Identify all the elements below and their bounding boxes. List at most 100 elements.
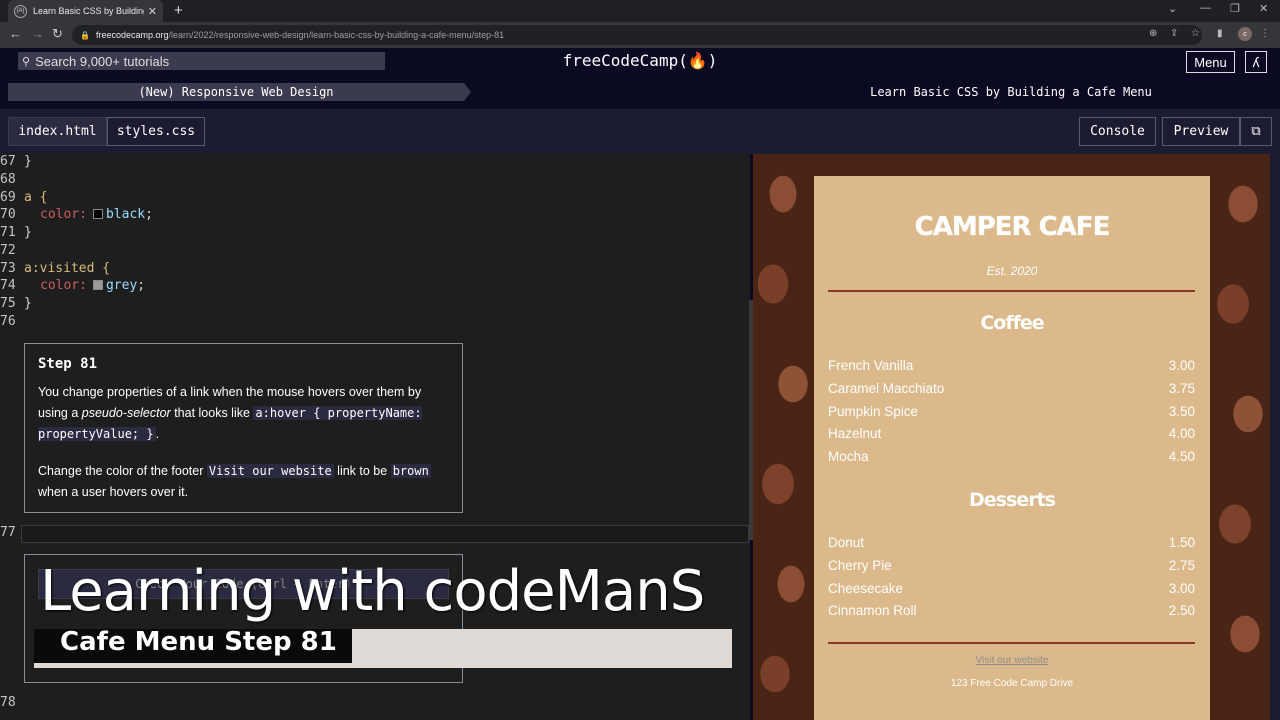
line-number: 76 xyxy=(0,314,16,329)
coffee-heading: Coffee xyxy=(980,312,1044,334)
step-paragraph-2: Change the color of the footer Visit our… xyxy=(38,461,449,503)
step-description: Step 81 You change properties of a link … xyxy=(24,343,463,513)
breadcrumb: (New) Responsive Web Design Learn Basic … xyxy=(0,76,1280,109)
overlay-title: Learning with codeManS xyxy=(40,559,705,624)
browser-tab[interactable]: (A) Learn Basic CSS by Building a Cafe M… xyxy=(8,0,163,22)
preview-button[interactable]: Preview xyxy=(1162,117,1240,146)
color-swatch-grey xyxy=(92,280,103,290)
fcc-navbar: ⚲ Search 9,000+ tutorials freeCodeCamp(🔥… xyxy=(0,48,1280,76)
color-swatch-black xyxy=(92,209,103,219)
share-icon[interactable]: ⇪ xyxy=(1170,28,1178,39)
back-icon[interactable]: ← xyxy=(9,26,22,41)
line-number: 72 xyxy=(0,243,16,258)
code-line: 75 } xyxy=(0,296,750,314)
item-price: 3.50 xyxy=(1168,404,1195,419)
item-price: 4.00 xyxy=(1168,426,1195,441)
menu-item: French Vanilla 3.00 xyxy=(828,358,1195,376)
item-name: Donut xyxy=(828,535,865,550)
css-semicolon: ; xyxy=(145,207,153,222)
minimize-icon[interactable]: — xyxy=(1200,2,1211,14)
line-number: 78 xyxy=(0,695,16,710)
reload-icon[interactable]: ↻ xyxy=(52,26,63,42)
item-name: Mocha xyxy=(828,449,869,464)
code-line: 72 xyxy=(0,243,750,261)
close-tab-icon[interactable]: ✕ xyxy=(148,5,157,18)
menu-item: Caramel Macchiato 3.75 xyxy=(828,381,1195,399)
forward-icon[interactable]: → xyxy=(31,26,44,41)
editor-tabs-row: index.html styles.css Console Preview ⧉ xyxy=(0,109,1280,154)
code-line: 73 a:visited { xyxy=(0,261,750,279)
menu-item: Mocha 4.50 xyxy=(828,449,1195,467)
active-line[interactable] xyxy=(21,525,749,543)
item-name: French Vanilla xyxy=(828,358,914,373)
step-text: Change the color of the footer xyxy=(38,464,207,478)
console-button[interactable]: Console xyxy=(1079,117,1156,146)
divider xyxy=(828,642,1195,644)
inline-code: Visit our website xyxy=(206,464,334,478)
item-name: Pumpkin Spice xyxy=(828,404,919,419)
visit-website-link[interactable]: Visit our website xyxy=(814,655,1210,666)
menu-item: Cherry Pie 2.75 xyxy=(828,558,1195,576)
breadcrumb-superblock[interactable]: (New) Responsive Web Design xyxy=(8,83,464,101)
code-line: 70 color: black; xyxy=(0,207,750,225)
new-tab-icon[interactable]: + xyxy=(174,2,183,19)
tab-index-html[interactable]: index.html xyxy=(8,117,107,146)
code-text: } xyxy=(24,296,32,311)
code-line-editable[interactable]: 77 xyxy=(0,525,750,543)
item-name: Hazelnut xyxy=(828,426,882,441)
menu-item: Hazelnut 4.00 xyxy=(828,426,1195,444)
step-paragraph-1: You change properties of a link when the… xyxy=(38,382,449,445)
restore-icon[interactable]: ❐ xyxy=(1230,2,1240,15)
item-name: Cinnamon Roll xyxy=(828,603,917,618)
item-price: 2.50 xyxy=(1168,603,1195,618)
step-emphasis: pseudo-selector xyxy=(81,406,171,420)
menu-item: Cheesecake 3.00 xyxy=(828,581,1195,599)
code-text: a:visited { xyxy=(24,261,111,276)
step-title: Step 81 xyxy=(38,356,98,372)
zoom-icon[interactable]: ⊕ xyxy=(1149,28,1157,39)
fcc-logo[interactable]: freeCodeCamp(🔥) xyxy=(0,51,1280,70)
overlay-subtitle: Cafe Menu Step 81 xyxy=(60,627,337,657)
line-number: 68 xyxy=(0,172,16,187)
item-name: Caramel Macchiato xyxy=(828,381,945,396)
divider xyxy=(828,290,1195,292)
close-window-icon[interactable]: ✕ xyxy=(1259,2,1268,15)
line-number: 74 xyxy=(0,278,16,293)
css-value: black xyxy=(105,207,146,222)
menu-button[interactable]: Menu xyxy=(1186,51,1235,73)
popout-preview-icon[interactable]: ⧉ xyxy=(1240,117,1272,146)
lock-icon: 🔒 xyxy=(80,30,90,40)
side-panel-icon[interactable]: ▮ xyxy=(1217,28,1223,39)
address-text: 123 Free Code Camp Drive xyxy=(950,678,1074,689)
item-price: 3.00 xyxy=(1168,358,1195,373)
step-text: when a user hovers over it. xyxy=(38,485,189,499)
menu-item: Pumpkin Spice 3.50 xyxy=(828,404,1195,422)
preview-scrollbar[interactable] xyxy=(1270,154,1280,720)
code-line: 67 } xyxy=(0,154,750,172)
tab-search-icon[interactable]: ⌄ xyxy=(1168,2,1177,15)
cafe-name: CAMPER CAFE xyxy=(914,212,1111,242)
url-field[interactable]: 🔒 freecodecamp.org /learn/2022/responsiv… xyxy=(72,25,1202,45)
line-number: 67 xyxy=(0,154,16,169)
profile-avatar[interactable]: c xyxy=(1238,27,1252,41)
bookmark-star-icon[interactable]: ☆ xyxy=(1191,28,1200,39)
code-line: 74 color: grey; xyxy=(0,278,750,296)
url-path: /learn/2022/responsive-web-design/learn-… xyxy=(168,30,505,40)
step-text: link to be xyxy=(333,464,391,478)
chrome-menu-icon[interactable]: ⋮ xyxy=(1260,28,1270,39)
step-text: that looks like xyxy=(170,406,254,420)
css-semicolon: ; xyxy=(137,278,146,293)
tab-styles-css[interactable]: styles.css xyxy=(107,117,205,146)
established-text: Est. 2020 xyxy=(986,264,1038,278)
breadcrumb-block[interactable]: Learn Basic CSS by Building a Cafe Menu xyxy=(470,83,1280,101)
item-name: Cherry Pie xyxy=(828,558,892,573)
lambda-icon[interactable]: ʎ xyxy=(1245,51,1267,73)
line-number: 71 xyxy=(0,225,16,240)
code-line: 68 xyxy=(0,172,750,190)
line-number: 69 xyxy=(0,190,16,205)
line-number: 73 xyxy=(0,261,16,276)
address-bar-row: ← → ↻ 🔒 freecodecamp.org /learn/2022/res… xyxy=(0,22,1280,48)
step-text: . xyxy=(155,427,160,441)
fcc-favicon-icon: (A) xyxy=(14,4,27,18)
item-price: 1.50 xyxy=(1168,535,1195,550)
